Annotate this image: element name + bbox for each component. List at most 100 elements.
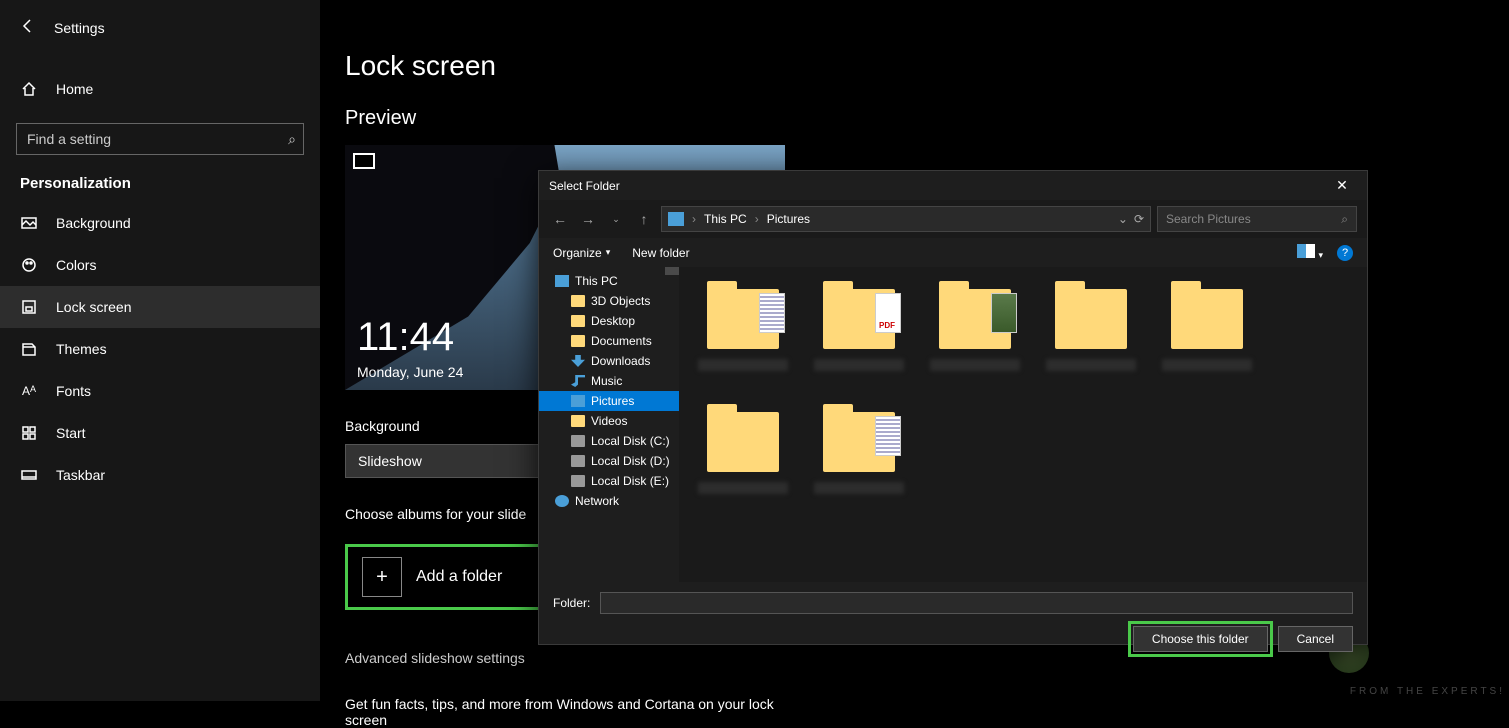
- nav-dropdown-icon[interactable]: ⌄: [605, 208, 627, 230]
- dialog-nav: ← → ⌄ ↑ › This PC › Pictures ⌄⟳ Search P…: [539, 200, 1367, 238]
- breadcrumb[interactable]: Pictures: [767, 212, 810, 226]
- pic-icon: [571, 395, 585, 407]
- folder-item[interactable]: [805, 279, 913, 394]
- folder-grid: [679, 267, 1367, 582]
- search-input[interactable]: [16, 123, 304, 155]
- pc-icon: [668, 212, 684, 226]
- fonts-icon: AA: [20, 384, 38, 398]
- sidebar-item-start[interactable]: Start: [0, 412, 320, 454]
- tree-item-label: Documents: [591, 334, 652, 348]
- watermark-text: FROM THE EXPERTS!: [1350, 686, 1505, 697]
- tree-item[interactable]: Music: [539, 371, 679, 391]
- folder-label: [1162, 359, 1252, 371]
- folder-icon: [571, 295, 585, 307]
- back-icon[interactable]: [20, 18, 36, 37]
- chevron-down-icon[interactable]: ⌄: [1118, 212, 1128, 226]
- sidebar-item-themes[interactable]: Themes: [0, 328, 320, 370]
- organize-button[interactable]: Organize ▾: [553, 246, 610, 260]
- tree-item[interactable]: Videos: [539, 411, 679, 431]
- folder-tree: This PC 3D Objects Desktop Documents Downloa…: [539, 267, 679, 582]
- folder-icon: [707, 289, 779, 349]
- sidebar-item-colors[interactable]: Colors: [0, 244, 320, 286]
- folder-label: [814, 482, 904, 494]
- sidebar-item-taskbar[interactable]: Taskbar: [0, 454, 320, 496]
- tree-item[interactable]: Local Disk (D:): [539, 451, 679, 471]
- dropdown-value: Slideshow: [358, 453, 422, 469]
- folder-item[interactable]: [1153, 279, 1261, 394]
- tree-item-label: This PC: [575, 274, 618, 288]
- breadcrumb[interactable]: This PC: [704, 212, 747, 226]
- chevron-right-icon: ›: [755, 212, 759, 226]
- section-heading: Personalization: [0, 155, 320, 202]
- home-nav[interactable]: Home: [0, 73, 320, 105]
- tree-item[interactable]: Network: [539, 491, 679, 511]
- lockscreen-icon: [20, 299, 38, 315]
- cancel-button[interactable]: Cancel: [1278, 626, 1353, 652]
- folder-item[interactable]: [689, 402, 797, 517]
- tree-item[interactable]: This PC: [539, 271, 679, 291]
- search-icon: ⌕: [288, 131, 296, 148]
- add-folder-button[interactable]: +: [362, 557, 402, 597]
- new-folder-button[interactable]: New folder: [632, 246, 689, 260]
- dialog-search[interactable]: Search Pictures ⌕: [1157, 206, 1357, 232]
- preview-date: Monday, June 24: [357, 364, 463, 380]
- choose-folder-button[interactable]: Choose this folder: [1133, 626, 1268, 652]
- nav-up-icon[interactable]: ↑: [633, 208, 655, 230]
- folder-icon: [1055, 289, 1127, 349]
- folder-thumbnail: [875, 293, 901, 333]
- net-icon: [555, 495, 569, 507]
- search-wrap: ⌕: [16, 123, 304, 155]
- folder-item[interactable]: [921, 279, 1029, 394]
- close-icon[interactable]: ✕: [1327, 177, 1357, 194]
- refresh-icon[interactable]: ⟳: [1134, 212, 1144, 226]
- pc-icon: [555, 275, 569, 287]
- preview-time: 11:44: [357, 315, 454, 360]
- tree-item-label: Local Disk (C:): [591, 434, 670, 448]
- sidebar-item-label: Start: [56, 425, 86, 441]
- tree-item[interactable]: Local Disk (E:): [539, 471, 679, 491]
- view-options[interactable]: ▾: [1297, 244, 1323, 261]
- folder-field-label: Folder:: [553, 596, 590, 610]
- folder-item[interactable]: [805, 402, 913, 517]
- tree-item-label: Network: [575, 494, 619, 508]
- tree-item-label: Desktop: [591, 314, 635, 328]
- tree-item-label: Videos: [591, 414, 627, 428]
- folder-label: [698, 482, 788, 494]
- tree-item[interactable]: Pictures: [539, 391, 679, 411]
- tree-item[interactable]: Downloads: [539, 351, 679, 371]
- folder-label: [698, 359, 788, 371]
- dialog-titlebar: Select Folder ✕: [539, 171, 1367, 200]
- nav-forward-icon[interactable]: →: [577, 208, 599, 230]
- folder-label: [814, 359, 904, 371]
- tree-item[interactable]: 3D Objects: [539, 291, 679, 311]
- folder-icon: [571, 315, 585, 327]
- tree-item-label: Local Disk (E:): [591, 474, 669, 488]
- folder-icon: [707, 412, 779, 472]
- sidebar-item-label: Taskbar: [56, 467, 105, 483]
- folder-icon: [939, 289, 1011, 349]
- start-icon: [20, 425, 38, 441]
- disk-icon: [571, 475, 585, 487]
- folder-icon: [571, 335, 585, 347]
- chevron-down-icon: ▾: [606, 247, 611, 258]
- tree-item[interactable]: Local Disk (C:): [539, 431, 679, 451]
- tree-item[interactable]: Documents: [539, 331, 679, 351]
- help-icon[interactable]: ?: [1337, 245, 1353, 261]
- folder-name-input[interactable]: [600, 592, 1353, 614]
- sidebar-item-label: Background: [56, 215, 131, 231]
- folder-item[interactable]: [689, 279, 797, 394]
- folder-label: [1046, 359, 1136, 371]
- nav-back-icon[interactable]: ←: [549, 208, 571, 230]
- sidebar-item-label: Fonts: [56, 383, 91, 399]
- folder-item[interactable]: [1037, 279, 1145, 394]
- dialog-title: Select Folder: [549, 179, 620, 193]
- organize-label: Organize: [553, 246, 602, 260]
- address-bar[interactable]: › This PC › Pictures ⌄⟳: [661, 206, 1151, 232]
- sidebar-item-fonts[interactable]: AA Fonts: [0, 370, 320, 412]
- palette-icon: [20, 257, 38, 273]
- tree-item[interactable]: Desktop: [539, 311, 679, 331]
- sidebar-item-background[interactable]: Background: [0, 202, 320, 244]
- tree-item-label: 3D Objects: [591, 294, 650, 308]
- dialog-footer: Folder: Choose this folder Cancel: [539, 582, 1367, 662]
- sidebar-item-lockscreen[interactable]: Lock screen: [0, 286, 320, 328]
